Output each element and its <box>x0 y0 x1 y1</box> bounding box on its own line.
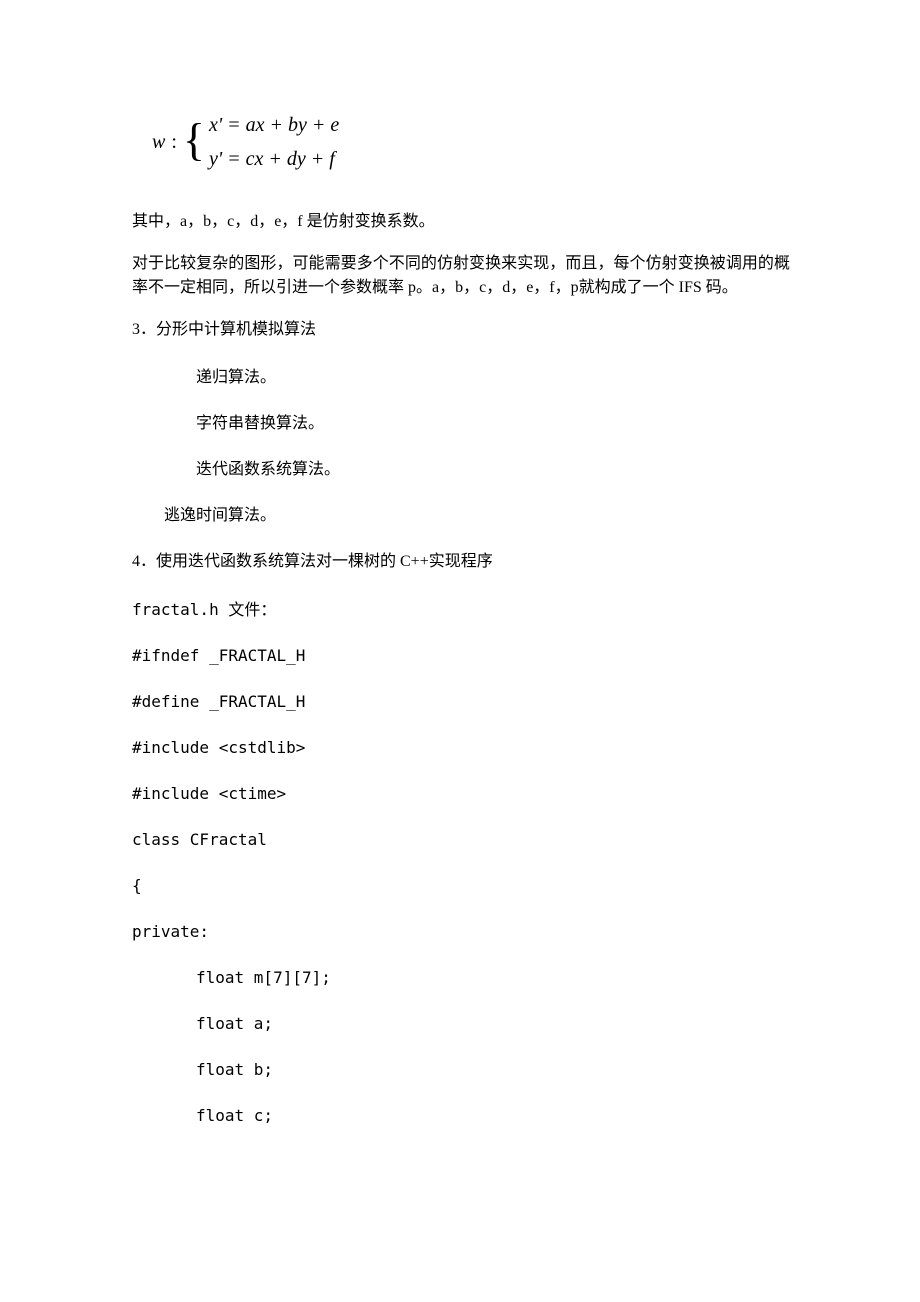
code-line: private: <box>132 920 790 944</box>
equation-column: x' = ax + by + e y' = cx + dy + f <box>209 110 339 174</box>
code-line: #ifndef _FRACTAL_H <box>132 644 790 668</box>
equation-line-1: x' = ax + by + e <box>209 110 339 140</box>
section-3-title: 3．分形中计算机模拟算法 <box>132 318 790 342</box>
colon: : <box>171 127 177 157</box>
algo-item: 递归算法。 <box>132 366 790 390</box>
member-line: float c; <box>132 1104 790 1128</box>
equation-line-2: y' = cx + dy + f <box>209 144 339 174</box>
code-line: #include <cstdlib> <box>132 736 790 760</box>
member-line: float b; <box>132 1058 790 1082</box>
algo-item-last: 逃逸时间算法。 <box>132 504 790 528</box>
formula-block: w : { x' = ax + by + e y' = cx + dy + f <box>132 110 790 174</box>
paragraph-ifs: 对于比较复杂的图形，可能需要多个不同的仿射变换来实现，而且，每个仿射变换被调用的… <box>132 252 790 300</box>
section-4-title: 4．使用迭代函数系统算法对一棵树的 C++实现程序 <box>132 550 790 574</box>
file-label: fractal.h 文件： <box>132 598 790 622</box>
code-line: { <box>132 874 790 898</box>
brace-icon: { <box>183 119 205 160</box>
paragraph-coeff: 其中，a，b，c，d，e，f 是仿射变换系数。 <box>132 210 790 234</box>
affine-formula: w : { x' = ax + by + e y' = cx + dy + f <box>152 110 790 174</box>
algo-item: 字符串替换算法。 <box>132 412 790 436</box>
formula-lhs: w <box>152 127 165 157</box>
algo-item: 迭代函数系统算法。 <box>132 458 790 482</box>
code-line: class CFractal <box>132 828 790 852</box>
member-line: float m[7][7]; <box>132 966 790 990</box>
code-line: #define _FRACTAL_H <box>132 690 790 714</box>
code-line: #include <ctime> <box>132 782 790 806</box>
member-line: float a; <box>132 1012 790 1036</box>
page: w : { x' = ax + by + e y' = cx + dy + f … <box>0 0 920 1302</box>
